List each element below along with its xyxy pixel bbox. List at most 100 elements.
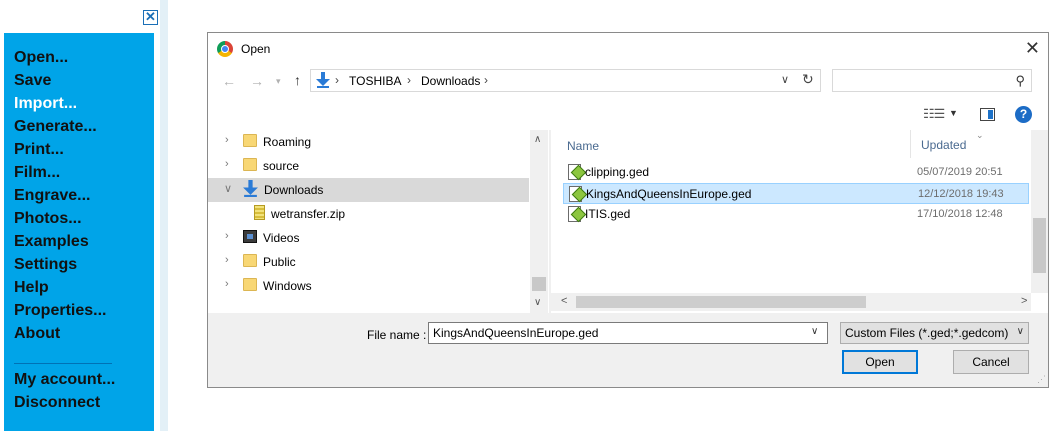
tree-item-windows[interactable]: › Windows bbox=[208, 274, 529, 298]
menu-item-my-account[interactable]: My account... bbox=[14, 370, 115, 390]
scrollbar-thumb[interactable] bbox=[532, 277, 546, 291]
file-updated: 17/10/2018 12:48 bbox=[917, 208, 1003, 220]
chrome-icon bbox=[217, 41, 233, 57]
menu-item-photos[interactable]: Photos... bbox=[14, 209, 82, 229]
column-divider[interactable] bbox=[910, 130, 911, 158]
dialog-title-bar: Open ✕ bbox=[208, 33, 1048, 65]
file-row[interactable]: clipping.ged 05/07/2019 20:51 bbox=[563, 162, 1029, 183]
file-type-select[interactable]: Custom Files (*.ged;*.gedcom) ∨ bbox=[840, 322, 1029, 344]
file-updated: 12/12/2018 19:43 bbox=[918, 188, 1004, 200]
expand-icon[interactable]: › bbox=[225, 158, 229, 170]
breadcrumb-toshiba[interactable]: TOSHIBA bbox=[349, 74, 401, 88]
file-list: Name Updated ⌄ clipping.ged 05/07/2019 2… bbox=[551, 130, 1048, 313]
expand-icon[interactable]: › bbox=[225, 278, 229, 290]
forward-arrow-icon[interactable]: → bbox=[250, 73, 264, 89]
scrollbar-thumb[interactable] bbox=[576, 296, 866, 308]
tree-item-videos[interactable]: › Videos bbox=[208, 226, 529, 250]
tree-item-roaming[interactable]: › Roaming bbox=[208, 130, 529, 154]
scroll-right-icon[interactable]: > bbox=[1021, 295, 1027, 307]
menu-item-examples[interactable]: Examples bbox=[14, 232, 89, 252]
file-name: KingsAndQueensInEurope.ged bbox=[586, 187, 752, 201]
chevron-down-icon[interactable]: ∨ bbox=[811, 326, 818, 337]
expand-icon[interactable]: › bbox=[225, 134, 229, 146]
breadcrumb-separator-icon: › bbox=[407, 73, 411, 87]
chevron-down-icon[interactable]: ▼ bbox=[949, 108, 958, 118]
file-list-horizontal-scrollbar[interactable]: < > bbox=[551, 293, 1031, 311]
refresh-icon[interactable]: ↻ bbox=[802, 71, 814, 88]
folder-icon bbox=[243, 278, 257, 291]
file-name-label: File name : bbox=[367, 328, 427, 342]
file-name: clipping.ged bbox=[585, 165, 650, 179]
menu-item-import-label: Import... bbox=[14, 95, 78, 112]
scrollbar-thumb[interactable] bbox=[1033, 218, 1046, 273]
folder-icon bbox=[243, 158, 257, 171]
downloads-arrow-icon bbox=[316, 72, 330, 88]
scroll-down-icon[interactable]: ∨ bbox=[534, 297, 541, 308]
tree-scrollbar[interactable]: ∧ ∨ bbox=[530, 130, 548, 313]
tree-item-label: Videos bbox=[263, 231, 300, 245]
video-icon bbox=[243, 230, 257, 243]
close-panel-icon[interactable]: ✕ bbox=[143, 10, 158, 25]
menu-item-disconnect[interactable]: Disconnect bbox=[14, 393, 100, 413]
menu-item-generate[interactable]: Generate... bbox=[14, 117, 97, 137]
file-row[interactable]: ITIS.ged 17/10/2018 12:48 bbox=[563, 204, 1029, 225]
tree-item-wetransfer-zip[interactable]: wetransfer.zip bbox=[208, 202, 529, 226]
folder-tree: › Roaming › source ∨ Downloads wetransfe… bbox=[208, 130, 549, 313]
tree-item-label: Windows bbox=[263, 279, 312, 293]
menu-item-help[interactable]: Help bbox=[14, 278, 49, 298]
menu-item-settings[interactable]: Settings bbox=[14, 255, 77, 275]
scroll-left-icon[interactable]: < bbox=[561, 295, 567, 307]
open-file-dialog: Open ✕ ← → ▾ ↑ › TOSHIBA › Downloads › ∨… bbox=[207, 32, 1049, 388]
menu-item-print[interactable]: Print... bbox=[14, 140, 64, 160]
menu-item-import[interactable]: Import... bbox=[13, 94, 104, 114]
dialog-title: Open bbox=[241, 42, 271, 56]
navigation-bar: ← → ▾ ↑ › TOSHIBA › Downloads › ∨ ↻ ⚲ bbox=[208, 67, 1048, 95]
tree-item-label: Roaming bbox=[263, 135, 312, 149]
panel-frame bbox=[160, 0, 168, 431]
open-button[interactable]: Open bbox=[842, 350, 918, 374]
resize-grip-icon[interactable]: ⋰ bbox=[1037, 374, 1046, 385]
file-type-value: Custom Files (*.ged;*.gedcom) bbox=[845, 326, 1009, 340]
breadcrumb-downloads[interactable]: Downloads bbox=[421, 74, 480, 88]
search-input[interactable]: ⚲ bbox=[832, 69, 1032, 92]
dialog-footer: File name : KingsAndQueensInEurope.ged ∨… bbox=[208, 313, 1048, 387]
menu-item-about[interactable]: About bbox=[14, 324, 60, 344]
close-icon[interactable]: ✕ bbox=[1025, 38, 1040, 58]
breadcrumb-separator-icon: › bbox=[484, 73, 488, 87]
downloads-icon bbox=[243, 180, 258, 197]
preview-pane-icon[interactable] bbox=[980, 108, 995, 121]
scroll-up-icon[interactable]: ∧ bbox=[534, 134, 541, 145]
menu-item-engrave[interactable]: Engrave... bbox=[14, 186, 90, 206]
tree-item-label: Downloads bbox=[264, 183, 324, 197]
expand-icon[interactable]: › bbox=[225, 230, 229, 242]
ged-file-icon bbox=[568, 164, 581, 180]
menu-item-save[interactable]: Save bbox=[14, 71, 51, 91]
menu-item-open[interactable]: Open... bbox=[14, 48, 68, 68]
file-updated: 05/07/2019 20:51 bbox=[917, 166, 1003, 178]
tree-item-downloads[interactable]: ∨ Downloads bbox=[208, 178, 529, 202]
tree-item-source[interactable]: › source bbox=[208, 154, 529, 178]
main-menu: Open... Save Import... Generate... Print… bbox=[4, 33, 154, 431]
collapse-icon[interactable]: ∨ bbox=[224, 182, 232, 195]
view-options-icon[interactable]: ☷☰ bbox=[923, 106, 945, 122]
up-arrow-icon[interactable]: ↑ bbox=[294, 72, 301, 88]
help-icon[interactable]: ? bbox=[1015, 106, 1032, 123]
view-toolbar: ☷☰ ▼ ? bbox=[208, 103, 1048, 127]
chevron-down-icon[interactable]: ∨ bbox=[781, 73, 789, 86]
sort-indicator-icon: ⌄ bbox=[976, 130, 984, 140]
cancel-button[interactable]: Cancel bbox=[953, 350, 1029, 374]
file-row[interactable]: KingsAndQueensInEurope.ged 12/12/2018 19… bbox=[563, 183, 1029, 204]
menu-item-properties[interactable]: Properties... bbox=[14, 301, 106, 321]
file-name-field[interactable]: KingsAndQueensInEurope.ged bbox=[428, 322, 828, 344]
recent-locations-icon[interactable]: ▾ bbox=[276, 76, 281, 87]
tree-item-public[interactable]: › Public bbox=[208, 250, 529, 274]
ged-file-icon bbox=[568, 206, 581, 222]
search-icon: ⚲ bbox=[1015, 73, 1025, 88]
expand-icon[interactable]: › bbox=[225, 254, 229, 266]
back-arrow-icon[interactable]: ← bbox=[222, 73, 236, 89]
app-side-panel: ✕ Open... Save Import... Generate... Pri… bbox=[0, 0, 168, 431]
address-bar[interactable]: › TOSHIBA › Downloads › ∨ ↻ bbox=[310, 69, 821, 92]
chevron-down-icon: ∨ bbox=[1016, 326, 1024, 337]
menu-item-film[interactable]: Film... bbox=[14, 163, 60, 183]
file-list-vertical-scrollbar[interactable] bbox=[1031, 130, 1048, 293]
